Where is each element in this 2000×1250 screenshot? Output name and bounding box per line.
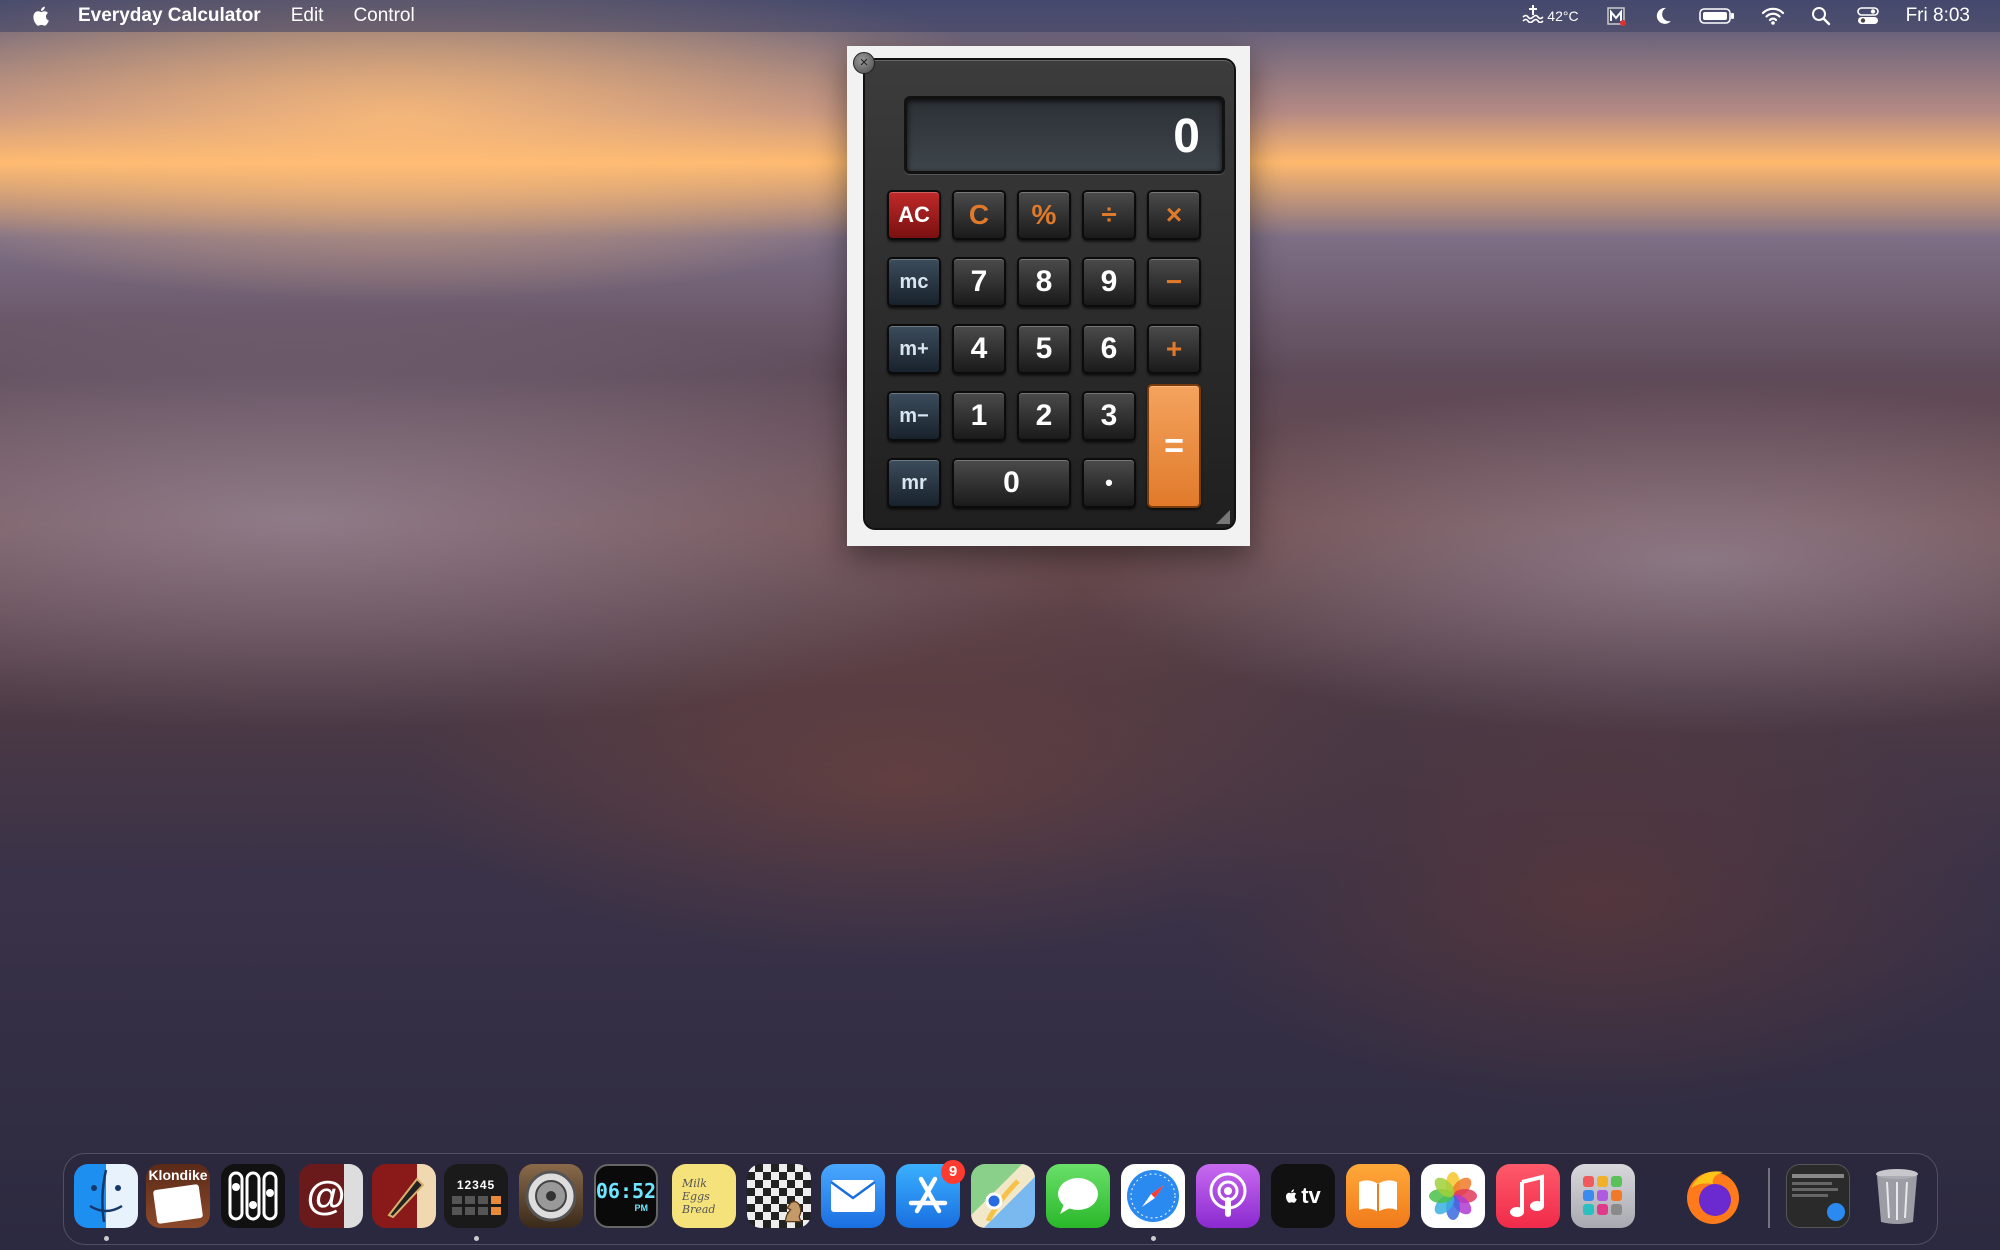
dial-app-icon[interactable]: [519, 1164, 583, 1228]
menu-clock[interactable]: Fri 8:03: [1906, 5, 1970, 27]
battery-icon[interactable]: [1698, 7, 1735, 25]
plus-button[interactable]: +: [1147, 324, 1201, 374]
calculator-display: 0: [904, 96, 1225, 174]
digit-5-button[interactable]: 5: [1017, 324, 1071, 374]
memory-clear-button[interactable]: mc: [887, 257, 941, 307]
memory-add-button[interactable]: m+: [887, 324, 941, 374]
menu-control[interactable]: Control: [353, 5, 414, 27]
temperature-text: 42°C: [1547, 8, 1579, 24]
percent-button[interactable]: %: [1017, 190, 1071, 240]
menu-edit[interactable]: Edit: [291, 5, 324, 27]
moon-icon[interactable]: [1653, 6, 1673, 26]
digit-3-button[interactable]: 3: [1082, 391, 1136, 441]
memory-subtract-button[interactable]: m−: [887, 391, 941, 441]
close-window-button[interactable]: ×: [853, 52, 875, 74]
dock-separator: [1768, 1168, 1770, 1228]
divide-button[interactable]: ÷: [1082, 190, 1136, 240]
memory-recall-button[interactable]: mr: [887, 458, 941, 508]
running-indicator: [104, 1236, 109, 1241]
firefox-icon[interactable]: [1681, 1164, 1745, 1228]
apple-menu-icon[interactable]: [30, 4, 54, 28]
everyday-calculator-dock-icon[interactable]: 12345: [444, 1164, 508, 1228]
podcasts-icon[interactable]: [1196, 1164, 1260, 1228]
maps-icon[interactable]: [971, 1164, 1035, 1228]
books-icon[interactable]: [1346, 1164, 1410, 1228]
running-indicator: [1151, 1236, 1156, 1241]
clear-button[interactable]: C: [952, 190, 1006, 240]
note-line: Eggs: [682, 1189, 710, 1203]
messages-icon[interactable]: [1046, 1164, 1110, 1228]
digit-1-button[interactable]: 1: [952, 391, 1006, 441]
menu-app-name[interactable]: Everyday Calculator: [78, 5, 261, 27]
digit-9-button[interactable]: 9: [1082, 257, 1136, 307]
address-book-icon[interactable]: @: [299, 1164, 363, 1228]
apple-tv-icon[interactable]: tv: [1271, 1164, 1335, 1228]
cards-icon: [152, 1183, 204, 1225]
launchpad-icon[interactable]: [1571, 1164, 1635, 1228]
close-icon: ×: [859, 54, 869, 71]
wave-icon: [1522, 3, 1544, 29]
at-sign-icon: @: [306, 1173, 346, 1218]
multiply-button[interactable]: ×: [1147, 190, 1201, 240]
all-clear-button[interactable]: AC: [887, 190, 941, 240]
dock: Klondike @ 12345 06:52 PM Milk Eggs Brea…: [63, 1153, 1938, 1245]
digit-2-button[interactable]: 2: [1017, 391, 1071, 441]
note-line: Bread: [682, 1202, 716, 1216]
control-center-icon[interactable]: [1856, 6, 1879, 26]
equals-button[interactable]: =: [1147, 384, 1201, 508]
trash-icon[interactable]: [1865, 1164, 1929, 1228]
weather-widget[interactable]: 42°C: [1522, 3, 1579, 29]
note-line: Milk: [682, 1176, 707, 1190]
music-icon[interactable]: [1496, 1164, 1560, 1228]
calc-keys-icon: [451, 1195, 501, 1215]
clock-ampm: PM: [634, 1203, 649, 1213]
resize-grip[interactable]: [1216, 510, 1230, 524]
minus-button[interactable]: −: [1147, 257, 1201, 307]
digit-0-button[interactable]: 0: [952, 458, 1071, 508]
mail-icon[interactable]: [821, 1164, 885, 1228]
tv-label: tv: [1301, 1183, 1321, 1208]
finder-icon[interactable]: [74, 1164, 138, 1228]
running-indicator: [474, 1236, 479, 1241]
vpn-icon[interactable]: [1605, 5, 1627, 27]
app-store-badge: 9: [941, 1160, 965, 1184]
calc-digits: 12345: [456, 1177, 496, 1192]
sliders-app-icon[interactable]: [221, 1164, 285, 1228]
photos-icon[interactable]: [1421, 1164, 1485, 1228]
klondike-label: Klondike: [148, 1167, 208, 1183]
calculator-body: 0 AC C % ÷ × mc 7 8 9 − m+ 4 5 6 + m− 1 …: [863, 58, 1236, 530]
calculator-window: 0 AC C % ÷ × mc 7 8 9 − m+ 4 5 6 + m− 1 …: [847, 46, 1250, 546]
digit-7-button[interactable]: 7: [952, 257, 1006, 307]
digit-4-button[interactable]: 4: [952, 324, 1006, 374]
stickies-app-icon[interactable]: Milk Eggs Bread: [672, 1164, 736, 1228]
digit-6-button[interactable]: 6: [1082, 324, 1136, 374]
minimized-window-thumbnail[interactable]: [1786, 1164, 1850, 1228]
menu-bar: Everyday Calculator Edit Control 42°C Fr…: [0, 0, 2000, 32]
klondike-app-icon[interactable]: Klondike: [146, 1164, 210, 1228]
pen-writer-app-icon[interactable]: [372, 1164, 436, 1228]
clock-time: 06:52: [595, 1179, 657, 1203]
wifi-icon[interactable]: [1761, 6, 1785, 26]
display-value: 0: [1173, 110, 1200, 163]
digit-8-button[interactable]: 8: [1017, 257, 1071, 307]
digital-clock-app-icon[interactable]: 06:52 PM: [594, 1164, 658, 1228]
search-icon[interactable]: [1811, 6, 1831, 26]
chess-app-icon[interactable]: [747, 1164, 811, 1228]
decimal-point-button[interactable]: •: [1082, 458, 1136, 508]
safari-icon[interactable]: [1121, 1164, 1185, 1228]
